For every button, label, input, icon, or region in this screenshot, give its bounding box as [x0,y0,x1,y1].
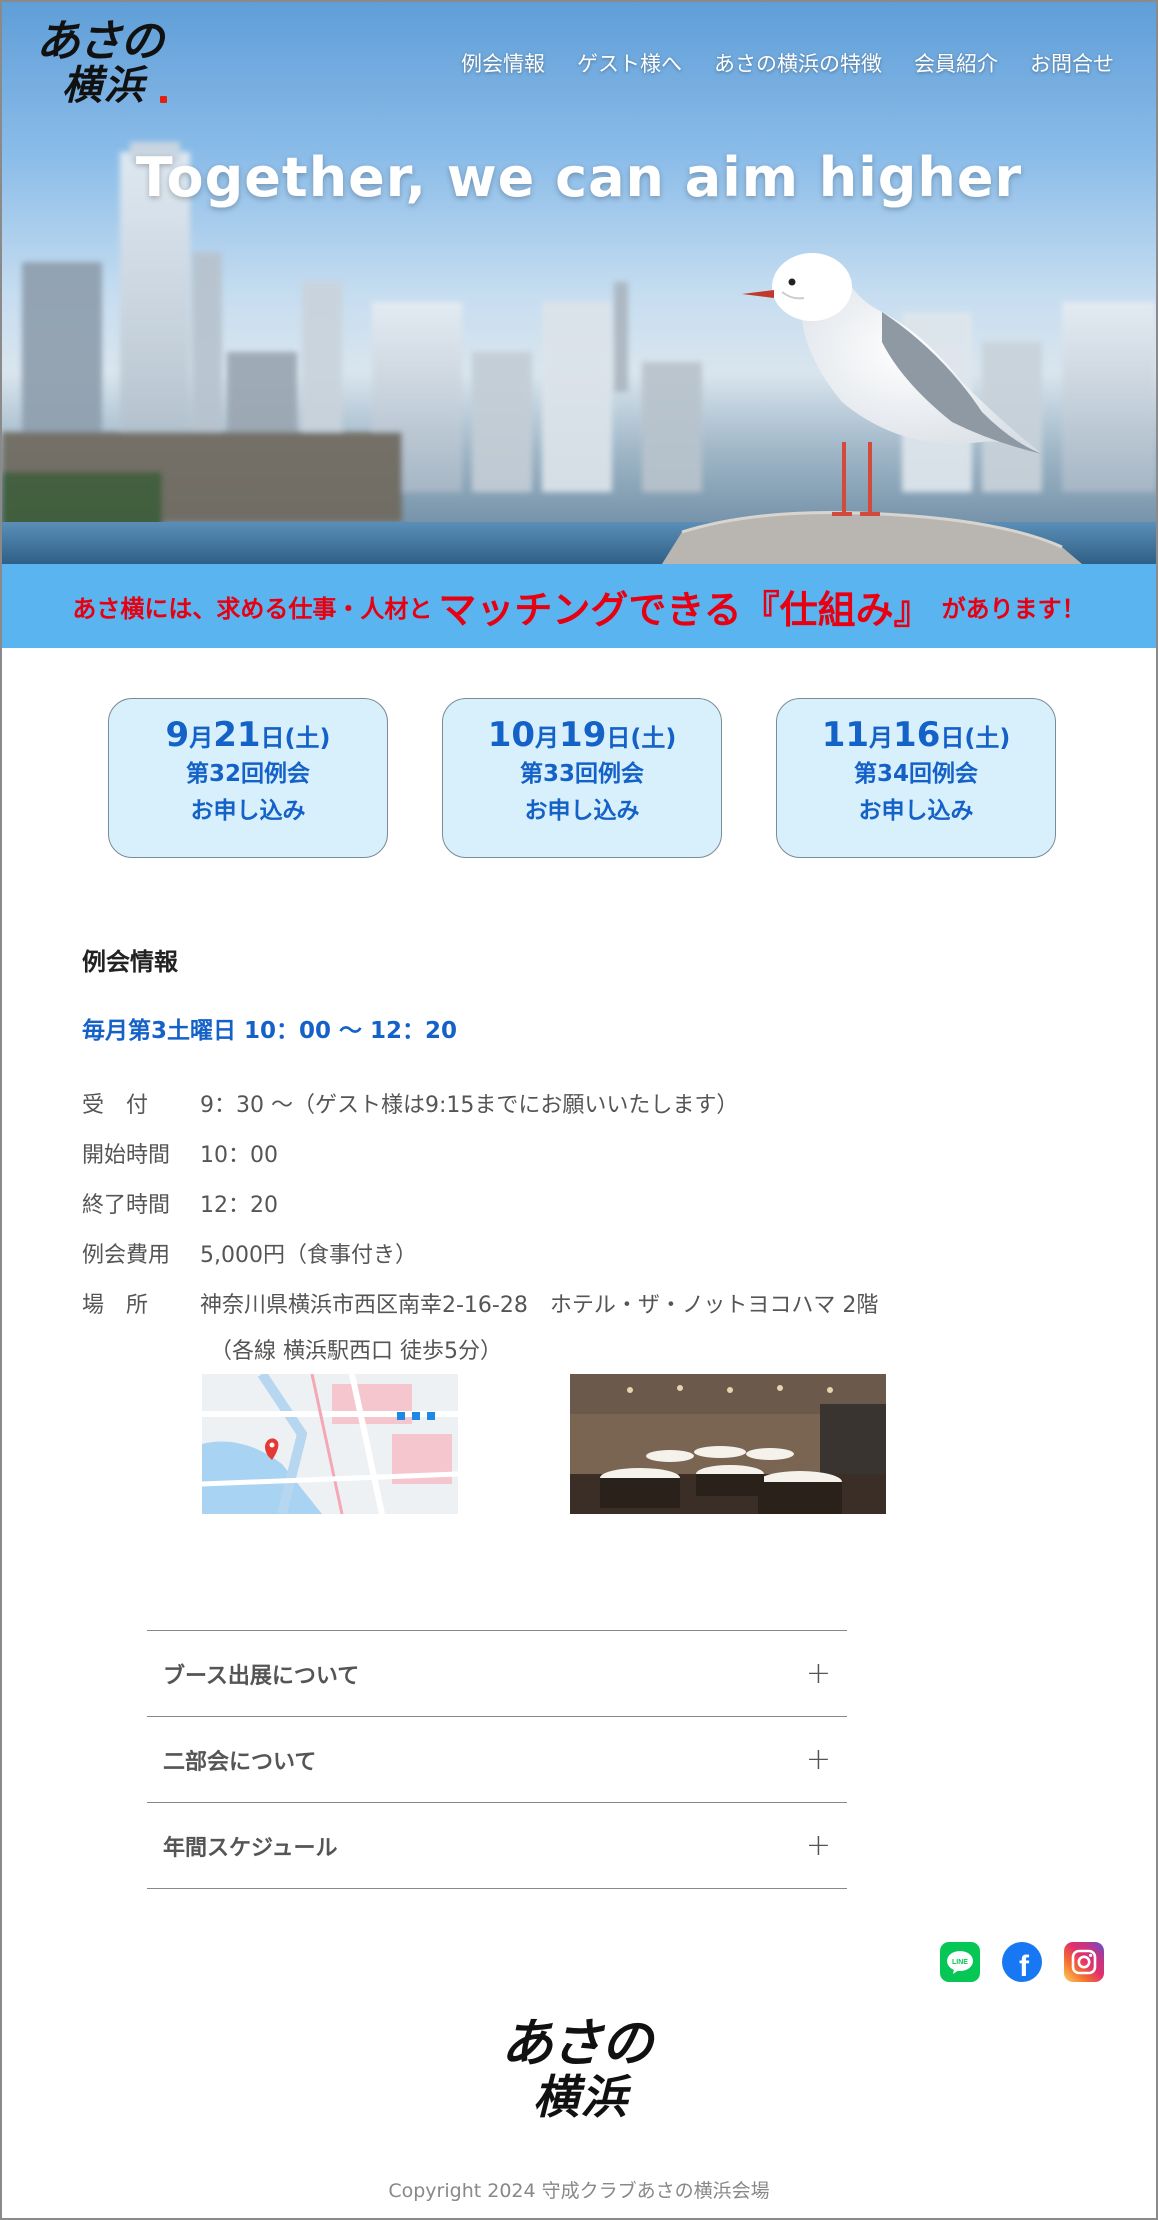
event-signup-button-33[interactable]: 10月19日(土) 第33回例会 お申し込み [442,698,722,858]
event-date: 9月21日(土) [109,715,387,756]
venue-hall-photo[interactable] [570,1374,886,1514]
nav-link-features[interactable]: あさの横浜の特徴 [714,48,882,78]
matching-banner: あさ横には、求める仕事・人材と マッチングできる『仕組み』 があります！ [2,564,1156,648]
banner-text-lead: あさ横には、求める仕事・人材と [72,594,433,623]
detail-key: 受 付 [82,1093,149,1118]
social-links: LINE f [940,1942,1104,1982]
event-day-unit: 日(土) [606,724,677,752]
copyright-text: Copyright 2024 守成クラブあさの横浜会場 [388,2180,770,2202]
event-action: お申し込み [524,797,640,824]
main-navigation: 例会情報 ゲスト様へ あさの横浜の特徴 会員紹介 お問合せ [461,48,1114,78]
event-date: 10月19日(土) [443,715,721,756]
detail-value: 10：00 [200,1143,278,1168]
nav-link-guests[interactable]: ゲスト様へ [577,48,682,78]
detail-row-venue: 場 所 神奈川県横浜市西区南幸2-16-28 ホテル・ザ・ノットヨコハマ 2階 [82,1285,878,1335]
event-action: お申し込み [190,797,306,824]
site-logo[interactable]: あさの 横浜 [32,16,172,108]
event-signup-list: 9月21日(土) 第32回例会 お申し込み 10月19日(土) 第33回例会 お… [108,698,1056,858]
event-day-unit: 日(土) [940,724,1011,752]
event-month: 11 [821,715,870,755]
instagram-glyph [1071,1949,1097,1975]
page-frame: あさの 横浜 例会情報 ゲスト様へ あさの横浜の特徴 会員紹介 お問合せ Tog… [0,0,1158,2220]
event-date: 11月16日(土) [777,715,1055,756]
detail-key: 終了時間 [82,1193,171,1218]
accordion-label: 年間スケジュール [163,1835,338,1861]
meeting-info-heading: 例会情報 [82,948,178,976]
detail-value: 5,000円（食事付き） [200,1243,417,1268]
event-month-unit: 月 [535,724,560,752]
detail-row-end: 終了時間 12：20 [82,1185,878,1235]
accordion-booth-exhibit[interactable]: ブース出展について + [147,1631,847,1717]
event-month: 10 [487,715,536,755]
banner-text-tail: があります！ [941,594,1086,623]
footer-logo-text-line2: 横浜 [533,2070,629,2124]
nav-link-contact[interactable]: お問合せ [1030,48,1114,78]
plus-icon: + [805,1655,831,1691]
event-title: 第32回例会 [185,760,310,787]
logo-text-line1: あさの [36,16,164,67]
event-title: 第33回例会 [519,760,644,787]
hero-section: あさの 横浜 例会情報 ゲスト様へ あさの横浜の特徴 会員紹介 お問合せ Tog… [2,2,1156,564]
detail-row-fee: 例会費用 5,000円（食事付き） [82,1235,878,1285]
detail-key: 例会費用 [82,1243,171,1268]
facebook-icon[interactable]: f [1002,1942,1042,1982]
detail-value: 神奈川県横浜市西区南幸2-16-28 ホテル・ザ・ノットヨコハマ 2階 [200,1293,879,1318]
meeting-schedule: 毎月第3土曜日 10：00 〜 12：20 [82,1018,458,1044]
nav-link-meeting-info[interactable]: 例会情報 [461,48,545,78]
detail-key: 場 所 [82,1293,149,1318]
venue-map-image[interactable] [202,1374,458,1514]
event-signup-button-34[interactable]: 11月16日(土) 第34回例会 お申し込み [776,698,1056,858]
instagram-icon[interactable] [1064,1942,1104,1982]
svg-text:f: f [1019,1950,1030,1982]
event-title: 第34回例会 [853,760,978,787]
hall-graphic [570,1374,886,1514]
detail-value: 12：20 [200,1193,278,1218]
accordion-label: 二部会について [163,1749,317,1775]
event-day: 21 [213,715,261,755]
plus-icon: + [805,1741,831,1777]
detail-value: 9：30 〜（ゲスト様は9:15までにお願いいたします） [200,1093,739,1118]
detail-row-start: 開始時間 10：00 [82,1135,878,1185]
logo-text-line2: 横浜 [62,62,146,109]
line-glyph: LINE [947,1951,973,1974]
hero-tagline: Together, we can aim higher [135,146,1023,209]
event-signup-button-32[interactable]: 9月21日(土) 第32回例会 お申し込み [108,698,388,858]
meeting-info-section: 例会情報 毎月第3土曜日 10：00 〜 12：20 受 付 9：30 〜（ゲス… [82,942,1082,1365]
event-month: 9 [165,715,190,755]
nav-link-members[interactable]: 会員紹介 [914,48,998,78]
footer-logo-text-line1: あさの [501,2013,653,2074]
facebook-glyph: f [1019,1950,1030,1982]
accordion-second-session[interactable]: 二部会について + [147,1717,847,1803]
event-day-unit: 日(土) [260,724,331,752]
event-month-unit: 月 [189,724,214,752]
hero-background-image [2,142,1156,564]
logo-seal-icon [160,96,167,103]
accordion-label: ブース出展について [163,1663,360,1689]
map-graphic [202,1374,458,1514]
event-day: 16 [893,715,941,755]
detail-key: 開始時間 [82,1143,171,1168]
banner-text-highlight: マッチングできる『仕組み』 [438,587,932,632]
footer-logo[interactable]: あさの 横浜 [497,2012,667,2122]
accordion-annual-schedule[interactable]: 年間スケジュール + [147,1803,847,1889]
event-day: 19 [559,715,607,755]
event-action: お申し込み [858,797,974,824]
meeting-details-table: 受 付 9：30 〜（ゲスト様は9:15までにお願いいたします） 開始時間 10… [82,1085,878,1335]
event-month-unit: 月 [869,724,894,752]
line-icon[interactable]: LINE [940,1942,980,1982]
access-note: （各線 横浜駅西口 徒歩5分） [210,1339,502,1364]
detail-row-reception: 受 付 9：30 〜（ゲスト様は9:15までにお願いいたします） [82,1085,878,1135]
plus-icon: + [805,1827,831,1863]
faq-accordion: ブース出展について + 二部会について + 年間スケジュール + [147,1630,847,1889]
svg-text:LINE: LINE [952,1959,968,1966]
